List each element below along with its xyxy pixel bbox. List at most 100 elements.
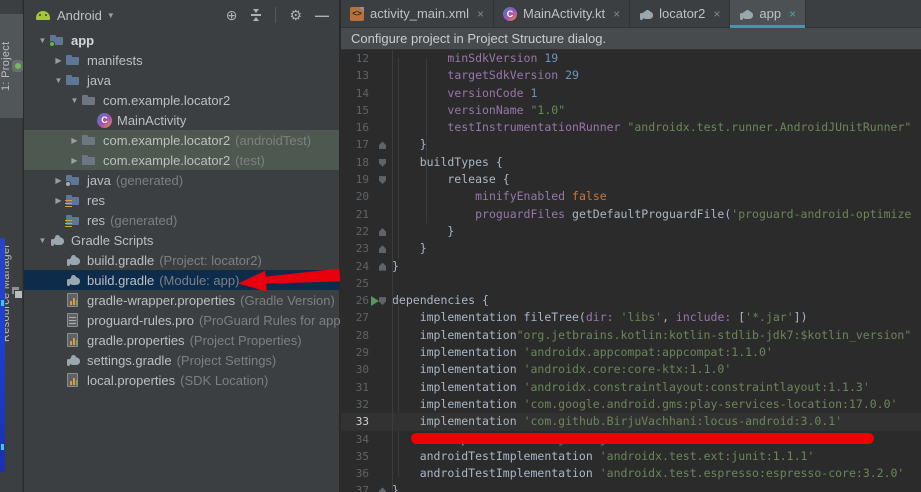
code-line-17[interactable]: 17 } xyxy=(341,136,921,153)
collapse-all-icon[interactable] xyxy=(250,9,262,21)
chevron-expanded-icon[interactable]: ▼ xyxy=(52,76,65,85)
tree-item-label: res xyxy=(87,193,105,208)
code-text: } xyxy=(392,136,427,153)
settings-gear-icon[interactable]: ⚙ xyxy=(289,8,302,22)
tree-row-gradle-scripts[interactable]: ▼Gradle Scripts xyxy=(24,230,339,250)
tree-row-com-example-locator2-test[interactable]: ▶com.example.locator2(test) xyxy=(24,150,339,170)
tree-row-java[interactable]: ▼java xyxy=(24,70,339,90)
code-line-34[interactable]: 34 testImplementation 'junit:junit:4.12' xyxy=(341,431,921,448)
code-line-32[interactable]: 32 implementation 'com.google.android.gm… xyxy=(341,396,921,413)
chevron-expanded-icon[interactable]: ▼ xyxy=(36,236,49,245)
tree-item-label: com.example.locator2 xyxy=(103,93,230,108)
code-line-21[interactable]: 21 proguardFiles getDefaultProguardFile(… xyxy=(341,206,921,223)
code-line-35[interactable]: 35 androidTestImplementation 'androidx.t… xyxy=(341,448,921,465)
chevron-expanded-icon[interactable]: ▼ xyxy=(68,96,81,105)
code-line-14[interactable]: 14 versionCode 1 xyxy=(341,85,921,102)
tree-item-label: com.example.locator2 xyxy=(103,153,230,168)
code-line-25[interactable]: 25 xyxy=(341,275,921,292)
code-text: implementation fileTree(dir: 'libs', inc… xyxy=(392,309,808,326)
code-text: androidTestImplementation 'androidx.test… xyxy=(392,465,904,482)
tree-row-com-example-locator2[interactable]: ▼ com.example.locator2 xyxy=(24,90,339,110)
code-text: implementation"org.jetbrains.kotlin:kotl… xyxy=(392,327,911,344)
code-line-24[interactable]: 24} xyxy=(341,258,921,275)
fold-marker-icon[interactable] xyxy=(379,141,386,149)
code-line-26[interactable]: 26dependencies { xyxy=(341,292,921,309)
gutter-fold-column xyxy=(369,396,392,413)
tab-app[interactable]: app × xyxy=(730,0,806,27)
fold-marker-icon[interactable] xyxy=(379,159,386,167)
code-line-20[interactable]: 20 minifyEnabled false xyxy=(341,188,921,205)
chevron-collapsed-icon[interactable]: ▶ xyxy=(52,176,65,185)
run-gutter-icon[interactable] xyxy=(371,296,379,306)
line-number: 23 xyxy=(341,240,369,257)
fold-marker-icon[interactable] xyxy=(379,487,386,492)
code-line-28[interactable]: 28 implementation"org.jetbrains.kotlin:k… xyxy=(341,327,921,344)
fold-marker-icon[interactable] xyxy=(379,263,386,271)
tree-item-label: com.example.locator2 xyxy=(103,133,230,148)
gutter-fold-column xyxy=(369,258,392,275)
chevron-down-icon[interactable]: ▼ xyxy=(107,11,115,20)
tree-row-local-properties-sdk-location[interactable]: local.properties(SDK Location) xyxy=(24,370,339,390)
code-line-27[interactable]: 27 implementation fileTree(dir: 'libs', … xyxy=(341,309,921,326)
fold-marker-icon[interactable] xyxy=(379,228,386,236)
code-line-23[interactable]: 23 } xyxy=(341,240,921,257)
xml-file-icon: <> xyxy=(350,7,364,21)
tool-window-button-project[interactable]: 1: Project xyxy=(0,14,23,118)
chevron-collapsed-icon[interactable]: ▶ xyxy=(68,156,81,165)
fold-marker-icon[interactable] xyxy=(379,297,386,305)
chevron-collapsed-icon[interactable]: ▶ xyxy=(52,56,65,65)
code-line-22[interactable]: 22 } xyxy=(341,223,921,240)
code-line-12[interactable]: 12 minSdkVersion 19 xyxy=(341,50,921,67)
code-line-33[interactable]: 33 implementation 'com.github.BirjuVachh… xyxy=(341,413,921,430)
hide-panel-icon[interactable]: — xyxy=(315,8,329,22)
tree-row-java-generated[interactable]: ▶java(generated) xyxy=(24,170,339,190)
tree-row-mainactivity[interactable]: CMainActivity xyxy=(24,110,339,130)
code-line-16[interactable]: 16 testInstrumentationRunner "androidx.t… xyxy=(341,119,921,136)
tab-label: app xyxy=(759,6,781,21)
code-line-31[interactable]: 31 implementation 'androidx.constraintla… xyxy=(341,379,921,396)
tab-mainactivity-kt[interactable]: CMainActivity.kt× xyxy=(494,0,630,27)
tree-row-manifests[interactable]: ▶manifests xyxy=(24,50,339,70)
tree-row-res-generated[interactable]: res(generated) xyxy=(24,210,339,230)
project-view-selector[interactable]: Android xyxy=(57,8,102,23)
code-line-19[interactable]: 19 release { xyxy=(341,171,921,188)
tree-row-proguard-rules-pro-proguard-rules-for-app[interactable]: proguard-rules.pro(ProGuard Rules for ap… xyxy=(24,310,339,330)
tree-row-gradle-wrapper-properties-gradle-version[interactable]: gradle-wrapper.properties(Gradle Version… xyxy=(24,290,339,310)
close-icon[interactable]: × xyxy=(713,7,720,21)
tree-row-gradle-properties-project-properties[interactable]: gradle.properties(Project Properties) xyxy=(24,330,339,350)
code-line-15[interactable]: 15 versionName "1.0" xyxy=(341,102,921,119)
line-number: 15 xyxy=(341,102,369,119)
close-icon[interactable]: × xyxy=(789,7,796,21)
code-line-36[interactable]: 36 androidTestImplementation 'androidx.t… xyxy=(341,465,921,482)
tree-row-settings-gradle-project-settings[interactable]: settings.gradle(Project Settings) xyxy=(24,350,339,370)
chevron-collapsed-icon[interactable]: ▶ xyxy=(52,196,65,205)
res-folder-icon xyxy=(65,192,82,208)
chevron-expanded-icon[interactable]: ▼ xyxy=(36,36,49,45)
gutter-fold-column xyxy=(369,136,392,153)
tree-item-annotation: (androidTest) xyxy=(235,133,311,148)
tree-row-app[interactable]: ▼app xyxy=(24,30,339,50)
tree-item-label: gradle.properties xyxy=(87,333,185,348)
locate-icon[interactable]: ⊕ xyxy=(226,8,238,22)
tree-row-res[interactable]: ▶ res xyxy=(24,190,339,210)
tab-locator2[interactable]: locator2× xyxy=(630,0,730,27)
tree-item-annotation: (Gradle Version) xyxy=(240,293,335,308)
close-icon[interactable]: × xyxy=(613,7,620,21)
tree-item-label: java xyxy=(87,173,111,188)
tab-activity-main-xml[interactable]: <>activity_main.xml× xyxy=(341,0,494,27)
fold-marker-icon[interactable] xyxy=(379,176,386,184)
tree-row-com-example-locator2-androidtest[interactable]: ▶ com.example.locator2 (androidTest) xyxy=(24,130,339,150)
code-line-37[interactable]: 37} xyxy=(341,482,921,492)
code-text: minSdkVersion 19 xyxy=(392,50,558,67)
code-text: implementation 'com.google.android.gms:p… xyxy=(392,396,897,413)
code-line-13[interactable]: 13 targetSdkVersion 29 xyxy=(341,67,921,84)
code-line-18[interactable]: 18 buildTypes { xyxy=(341,154,921,171)
chevron-collapsed-icon[interactable]: ▶ xyxy=(68,136,81,145)
code-text: testInstrumentationRunner "androidx.test… xyxy=(392,119,911,136)
code-line-29[interactable]: 29 implementation 'androidx.appcompat:ap… xyxy=(341,344,921,361)
code-line-30[interactable]: 30 implementation 'androidx.core:core-kt… xyxy=(341,361,921,378)
fold-marker-icon[interactable] xyxy=(379,245,386,253)
gradle-elephant-icon xyxy=(739,7,753,21)
code-editor[interactable]: 12 minSdkVersion 1913 targetSdkVersion 2… xyxy=(341,50,921,492)
close-icon[interactable]: × xyxy=(477,7,484,21)
